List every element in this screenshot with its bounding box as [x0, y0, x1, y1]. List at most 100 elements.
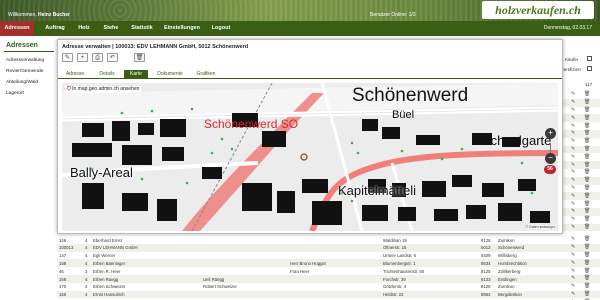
print-button[interactable]: ⎙ — [92, 53, 103, 62]
sidebar-item-adressverwaltung[interactable]: Adressverwaltung — [6, 58, 44, 63]
undo-button[interactable]: ↶ — [107, 53, 118, 62]
edit-icon[interactable]: ✎ — [571, 185, 576, 191]
map-link[interactable]: ⛉ In map.geo.admin.ch ansehen — [65, 86, 142, 93]
tab-karte[interactable]: Karte — [124, 70, 148, 79]
nav-logout[interactable]: Logout — [208, 21, 234, 36]
cell-city: Schönenwerd — [498, 245, 525, 251]
table-row[interactable]: 146 4 Eberhard Ernst Waldihan 19 8126 Zumikon… — [57, 236, 600, 244]
delete-icon[interactable]: 🗑 — [584, 284, 590, 289]
cell-city: Bergdietikon — [498, 292, 522, 298]
kaeufer-checkbox[interactable] — [587, 56, 592, 61]
delete-icon[interactable]: 🗑 — [584, 268, 590, 274]
add-button[interactable]: + — [77, 53, 88, 62]
edit-icon[interactable]: ✎ — [571, 107, 576, 113]
edit-icon[interactable]: ✎ — [571, 162, 576, 168]
tab-details[interactable]: Details — [94, 70, 120, 79]
table-row[interactable]: 168 4 Erben Rüegg Ueli Rüegg Forchstr. 39 813… — [57, 275, 600, 283]
logo[interactable]: holzverkaufen.ch — [482, 1, 594, 19]
delete-icon[interactable]: 🗑 — [584, 185, 590, 191]
nav-auftrag[interactable]: Auftrag — [40, 21, 70, 36]
background-row: ✎ 🗑 — [563, 208, 600, 216]
delete-icon[interactable]: 🗑 — [584, 162, 590, 168]
delete-icon[interactable]: 🗑 — [584, 107, 590, 113]
zoom-in-button[interactable]: + — [545, 128, 556, 139]
edit-icon[interactable]: ✎ — [571, 92, 576, 97]
delete-icon[interactable]: 🗑 — [584, 224, 590, 230]
table-row[interactable]: 170 4 Erben Schweizer Robert Schweizer Götzl… — [57, 283, 600, 291]
users-online: Benutzer Online: 1/3 — [370, 12, 416, 18]
edit-icon[interactable]: ✎ — [571, 123, 576, 129]
nav-holz[interactable]: Holz — [74, 21, 94, 36]
background-row: ✎ 🗑 — [563, 223, 600, 232]
delete-icon[interactable]: 🗑 — [584, 170, 590, 175]
edit-icon[interactable]: ✎ — [571, 224, 576, 230]
edit-icon[interactable]: ✎ — [571, 209, 576, 214]
delete-icon[interactable]: 🗑 — [584, 260, 590, 266]
delete-icon[interactable]: 🗑 — [584, 201, 590, 207]
delete-icon[interactable]: 🗑 — [584, 123, 590, 129]
zertifiziert-checkbox[interactable] — [587, 66, 592, 71]
edit-icon[interactable]: ✎ — [571, 131, 576, 136]
delete-icon[interactable]: 🗑 — [584, 252, 590, 258]
map-label-bueel: Büel — [392, 109, 415, 121]
edit-icon[interactable]: ✎ — [571, 276, 576, 281]
edit-icon[interactable]: ✎ — [571, 252, 576, 258]
map-marker-bubble[interactable]: 56 — [544, 165, 556, 174]
delete-icon[interactable]: 🗑 — [584, 291, 590, 297]
zoom-out-button[interactable]: − — [545, 153, 556, 164]
edit-icon[interactable]: ✎ — [571, 115, 576, 121]
edit-icon[interactable]: ✎ — [571, 245, 576, 250]
edit-icon[interactable]: ✎ — [571, 268, 576, 274]
delete-icon[interactable]: 🗑 — [584, 237, 590, 242]
table-row[interactable]: 156 4 Ernst Hansulrich Heldstr. 22 8962 Bergd… — [57, 290, 600, 299]
delete-icon[interactable]: 🗑 — [584, 154, 590, 160]
delete-icon[interactable]: 🗑 — [584, 146, 590, 152]
edit-icon[interactable]: ✎ — [571, 170, 576, 175]
zertifiziert-label: Zertifiziert — [561, 67, 581, 72]
sidebar-item-abteilung[interactable]: Abteilung/Wald — [6, 80, 38, 85]
map-label-schuelgarte: Schuelgarte — [482, 133, 552, 148]
table-row[interactable]: 168 4 Erben Bänninger Herr Bruno Hügger Blum… — [57, 259, 600, 268]
edit-button[interactable]: ✎ — [62, 53, 73, 62]
edit-icon[interactable]: ✎ — [571, 178, 576, 183]
tab-grafiken[interactable]: Grafiken — [192, 70, 220, 79]
edit-icon[interactable]: ✎ — [571, 260, 576, 266]
map-view[interactable]: Schönenwerd SO Schönenwerd Büel Schuelga… — [62, 83, 558, 231]
edit-icon[interactable]: ✎ — [571, 154, 576, 160]
table-row[interactable]: 46 3 Erben R. Heer Frau Heer Trichtenhausens… — [57, 267, 600, 275]
background-row: ✎ 🗑 — [563, 216, 600, 224]
nav-statistik[interactable]: Statistik — [128, 21, 156, 36]
delete-icon[interactable]: 🗑 — [584, 100, 590, 105]
nav-stehe[interactable]: Stehe — [100, 21, 122, 36]
edit-icon[interactable]: ✎ — [571, 217, 576, 222]
edit-icon[interactable]: ✎ — [571, 139, 576, 144]
delete-icon[interactable]: 🗑 — [584, 209, 590, 214]
edit-icon[interactable]: ✎ — [571, 193, 576, 199]
edit-icon[interactable]: ✎ — [571, 291, 576, 297]
delete-button[interactable]: 🗑 — [134, 53, 145, 62]
table-row[interactable]: 147 4 Egli Werner Untere Landstr. 6 8409 Will… — [57, 252, 600, 260]
tab-adresse[interactable]: Adresse — [62, 70, 88, 79]
delete-icon[interactable]: 🗑 — [584, 92, 590, 97]
nav-einstellungen[interactable]: Einstellungen — [162, 21, 202, 36]
delete-icon[interactable]: 🗑 — [584, 193, 590, 199]
edit-icon[interactable]: ✎ — [571, 237, 576, 242]
delete-icon[interactable]: 🗑 — [584, 276, 590, 281]
cell-n: 4 — [85, 292, 88, 298]
edit-icon[interactable]: ✎ — [571, 146, 576, 152]
nav-adressen[interactable]: Adressen — [0, 21, 34, 36]
delete-icon[interactable]: 🗑 — [584, 178, 590, 183]
sidebar-item-lagerort[interactable]: Lagerort — [6, 91, 24, 96]
delete-icon[interactable]: 🗑 — [584, 115, 590, 121]
table-row[interactable]: 100013 4 EDV LEHMANN GmbH Oltnerstr. 18 5012… — [57, 243, 600, 252]
delete-icon[interactable]: 🗑 — [584, 131, 590, 136]
edit-icon[interactable]: ✎ — [571, 100, 576, 105]
delete-icon[interactable]: 🗑 — [584, 245, 590, 250]
edit-icon[interactable]: ✎ — [571, 201, 576, 207]
edit-icon[interactable]: ✎ — [571, 284, 576, 289]
delete-icon[interactable]: 🗑 — [584, 139, 590, 144]
delete-icon[interactable]: 🗑 — [584, 217, 590, 222]
tab-dokumente[interactable]: Dokumente — [154, 70, 186, 79]
sidebar-item-revier[interactable]: Revier/Gemeinde — [6, 69, 43, 74]
zoom-slider[interactable] — [550, 143, 551, 153]
